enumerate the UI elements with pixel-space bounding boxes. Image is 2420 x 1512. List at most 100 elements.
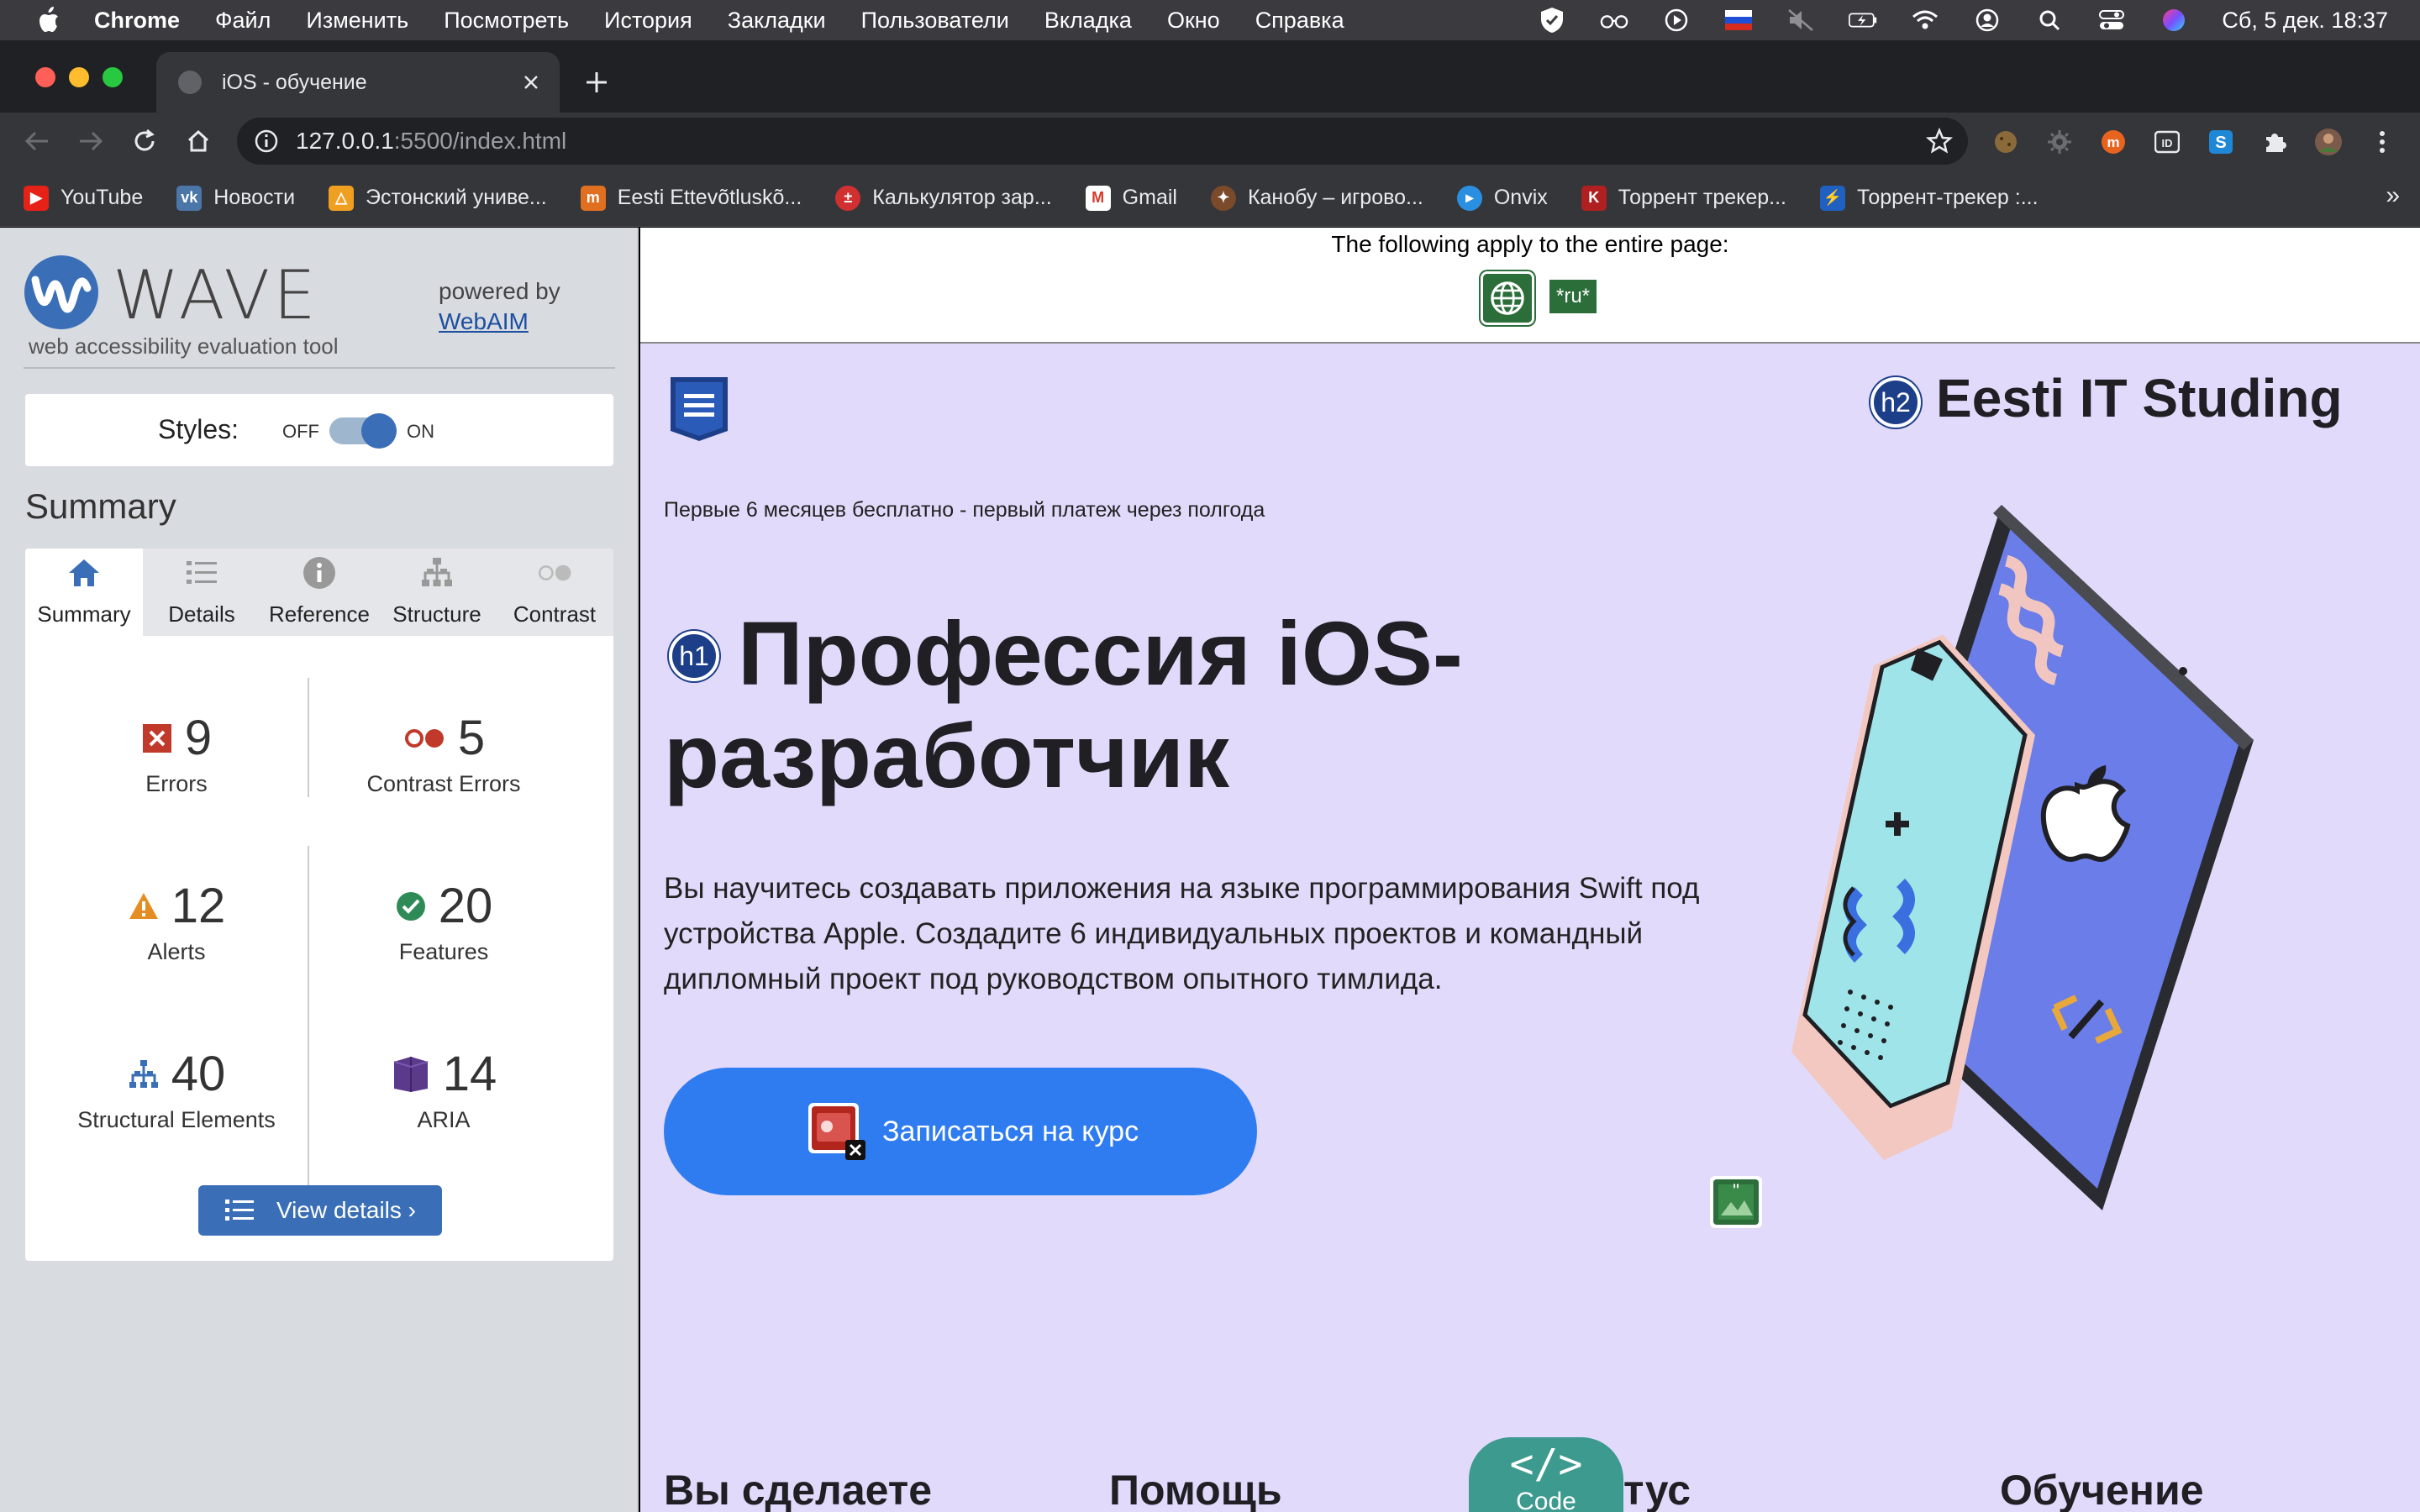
tab-reference[interactable]: Reference — [260, 549, 378, 636]
language-badge[interactable]: *ru* — [1549, 280, 1597, 313]
extension-s-icon[interactable]: S — [2207, 128, 2235, 156]
home-icon[interactable] — [182, 124, 215, 158]
styles-on-label: ON — [407, 421, 434, 442]
siri-icon[interactable] — [2160, 8, 2188, 33]
bookmark-torrent-1[interactable]: K Торрент трекер... — [1581, 185, 1786, 211]
site-info-icon[interactable] — [254, 129, 279, 154]
stat-aria[interactable]: 14 ARIA — [309, 1046, 578, 1133]
bookmark-ettevotlus[interactable]: m Eesti Ettevõtluskõ... — [580, 185, 802, 211]
tab-summary[interactable]: Summary — [25, 549, 143, 636]
extension-cookie-icon[interactable] — [1991, 128, 2020, 156]
styles-label: Styles: — [158, 414, 239, 444]
tab-structure[interactable]: Structure — [378, 549, 496, 636]
styles-toggle-switch[interactable] — [329, 413, 397, 449]
stat-alerts[interactable]: 12 Alerts — [42, 878, 311, 965]
page-content: The following apply to the entire page: … — [640, 228, 2420, 1512]
battery-icon[interactable] — [1849, 8, 1877, 33]
url-host: 127.0.0.1 — [296, 128, 394, 154]
play-circle-icon[interactable] — [1662, 8, 1691, 33]
brand-name[interactable]: Eesti IT Studing — [1936, 367, 2343, 429]
stat-label: Features — [398, 939, 489, 964]
reload-icon[interactable] — [128, 124, 161, 158]
kanobu-icon: ✦ — [1210, 185, 1236, 211]
code-toggle-button[interactable]: </> Code — [1469, 1437, 1623, 1512]
hamburger-menu-icon[interactable] — [667, 375, 731, 443]
wave-alt-text-feature-icon[interactable]: " — [1709, 1175, 1763, 1229]
macos-menu-bar: Chrome Файл Изменить Посмотреть История … — [0, 0, 2420, 40]
glasses-icon[interactable] — [1600, 8, 1628, 33]
browser-tab-strip: iOS - обучение — [0, 40, 2420, 113]
section-heading-help: Помощь — [1109, 1467, 1282, 1512]
forward-arrow-icon[interactable] — [74, 124, 108, 158]
address-bar[interactable]: 127.0.0.1:5500/index.html — [237, 118, 1968, 165]
webaim-link[interactable]: WebAIM — [439, 308, 529, 335]
wifi-icon[interactable] — [1911, 8, 1939, 33]
svg-text:m: m — [2107, 134, 2119, 150]
code-toggle-label: Code — [1516, 1488, 1576, 1512]
bookmark-star-icon[interactable] — [1926, 128, 1953, 155]
home-icon — [69, 559, 99, 586]
russian-flag-icon[interactable] — [1724, 8, 1753, 33]
bookmark-kanobu[interactable]: ✦ Канобу – игрово... — [1210, 185, 1423, 211]
extension-m-icon[interactable]: m — [2099, 128, 2128, 156]
tab-details[interactable]: Details — [143, 549, 260, 636]
control-center-icon[interactable] — [2097, 8, 2126, 33]
window-zoom-button[interactable] — [103, 67, 123, 87]
window-close-button[interactable] — [35, 67, 55, 87]
menu-edit[interactable]: Изменить — [306, 8, 408, 34]
bookmark-university[interactable]: △ Эстонский униве... — [329, 185, 547, 211]
menu-profiles[interactable]: Пользователи — [861, 8, 1009, 34]
menu-bar-clock[interactable]: Сб, 5 дек. 18:37 — [2222, 8, 2388, 34]
menu-help[interactable]: Справка — [1255, 8, 1344, 34]
tab-close-icon[interactable] — [516, 67, 546, 97]
view-details-button[interactable]: View details › — [198, 1185, 442, 1236]
stat-structural-elements[interactable]: 40 Structural Elements — [42, 1046, 311, 1133]
bookmark-onvix[interactable]: ▸ Onvix — [1456, 185, 1548, 211]
styles-toggle-box: Styles: OFF ON — [25, 394, 613, 466]
wave-h2-badge[interactable]: h2 — [1870, 377, 1921, 428]
wave-error-image-icon[interactable] — [807, 1101, 867, 1162]
bookmark-gmail[interactable]: M Gmail — [1085, 185, 1177, 211]
menu-history[interactable]: История — [604, 8, 692, 34]
enroll-button[interactable]: Записаться на курс — [664, 1068, 1257, 1195]
stat-value: 14 — [442, 1047, 497, 1101]
menu-app-chrome[interactable]: Chrome — [94, 8, 180, 34]
bookmark-youtube[interactable]: ▶ YouTube — [24, 185, 143, 211]
youtube-icon: ▶ — [24, 185, 49, 211]
stat-value: 40 — [171, 1047, 226, 1101]
profile-avatar[interactable] — [2314, 128, 2343, 156]
extensions-puzzle-icon[interactable] — [2260, 128, 2289, 156]
bookmark-torrent-2[interactable]: ⚡ Торрент-трекер :... — [1820, 185, 2039, 211]
chrome-menu-icon[interactable] — [2368, 128, 2396, 156]
language-globe-icon[interactable] — [1481, 271, 1534, 325]
menu-view[interactable]: Посмотреть — [444, 8, 569, 34]
extension-gear-icon[interactable] — [2045, 128, 2074, 156]
stat-contrast-errors[interactable]: 5 Contrast Errors — [309, 710, 578, 797]
tab-contrast[interactable]: Contrast — [496, 549, 613, 636]
menu-bookmarks[interactable]: Закладки — [728, 8, 826, 34]
search-icon[interactable] — [2035, 8, 2064, 33]
tab-label: Details — [168, 601, 235, 627]
shield-check-icon[interactable] — [1538, 8, 1566, 33]
back-arrow-icon[interactable] — [20, 124, 54, 158]
menu-tab[interactable]: Вкладка — [1044, 8, 1132, 34]
bookmark-novosti[interactable]: vk Новости — [176, 185, 295, 211]
info-icon — [303, 557, 335, 589]
apple-logo-icon[interactable] — [35, 6, 60, 34]
divider — [24, 367, 615, 369]
browser-tab-active[interactable]: iOS - обучение — [156, 52, 560, 113]
extension-id-icon[interactable]: ID — [2153, 128, 2181, 156]
powered-by-label: powered by — [439, 278, 560, 304]
muted-speaker-icon[interactable] — [1786, 8, 1815, 33]
new-tab-plus-icon[interactable] — [580, 66, 613, 99]
window-minimize-button[interactable] — [69, 67, 89, 87]
bookmark-label: Gmail — [1122, 186, 1177, 209]
bookmark-calculator[interactable]: ± Калькулятор зар... — [835, 185, 1052, 211]
user-account-icon[interactable] — [1973, 8, 2002, 33]
bookmarks-overflow-chevron-icon[interactable]: » — [2386, 181, 2400, 210]
stat-features[interactable]: 20 Features — [309, 878, 578, 965]
menu-window[interactable]: Окно — [1167, 8, 1220, 34]
menu-file[interactable]: Файл — [215, 8, 271, 34]
stat-errors[interactable]: 9 Errors — [42, 710, 311, 797]
menu-bar-status-area: Сб, 5 дек. 18:37 — [1538, 0, 2388, 40]
